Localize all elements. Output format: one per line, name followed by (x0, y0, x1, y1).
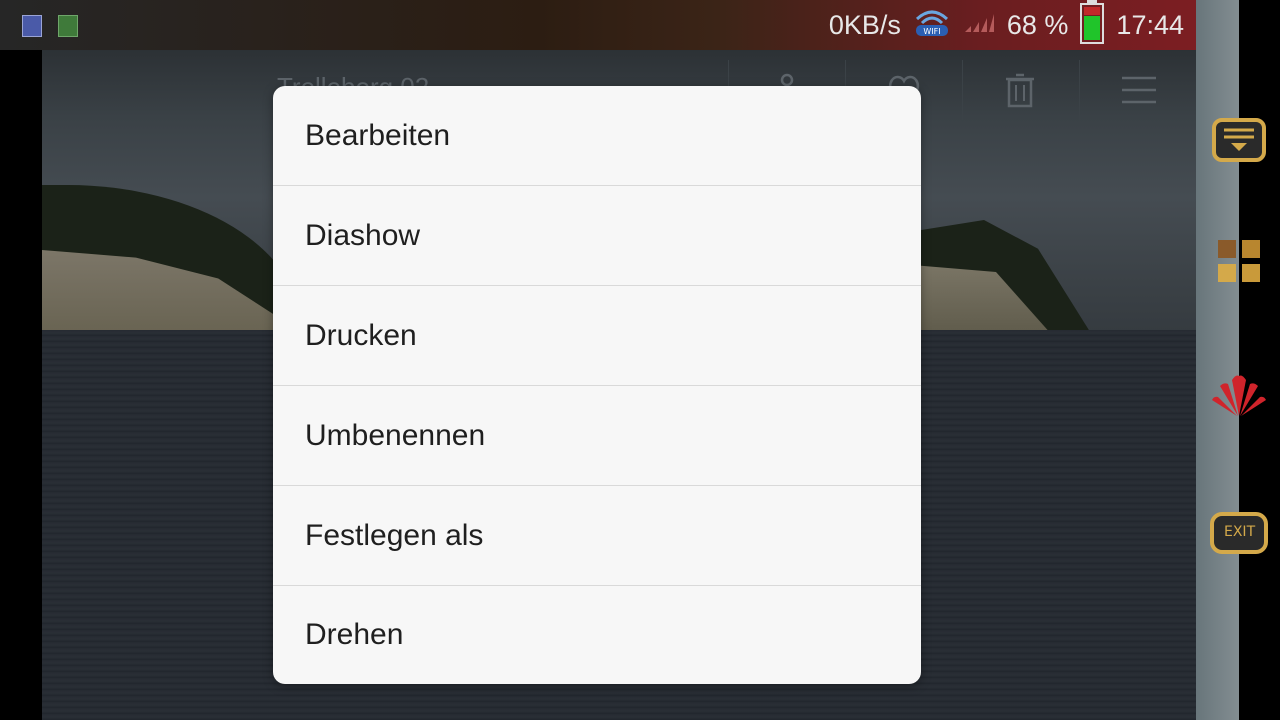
context-menu: Bearbeiten Diashow Drucken Umbenennen Fe… (273, 86, 921, 684)
wifi-icon: WIFI (913, 5, 951, 46)
signal-icon (963, 10, 995, 41)
svg-text:WIFI: WIFI (923, 27, 940, 36)
menu-item-umbenennen[interactable]: Umbenennen (273, 386, 921, 486)
menu-item-festlegen-als[interactable]: Festlegen als (273, 486, 921, 586)
menu-item-diashow[interactable]: Diashow (273, 186, 921, 286)
menu-item-drehen[interactable]: Drehen (273, 586, 921, 684)
notification-app-icon (22, 15, 42, 37)
battery-percent: 68 % (1006, 9, 1069, 40)
menu-item-drucken[interactable]: Drucken (273, 286, 921, 386)
app-grid-icon[interactable] (1216, 238, 1264, 288)
battery-icon (1080, 0, 1105, 51)
floating-dock (1196, 0, 1239, 720)
toolbar-separator (1079, 60, 1080, 120)
status-bar: 0KB/s WIFI 68 % 17:44 (0, 0, 1196, 50)
keyboard-icon[interactable] (1212, 118, 1266, 168)
notification-app-icon-2 (58, 15, 78, 37)
toolbar-separator (962, 60, 963, 120)
status-bar-right: 0KB/s WIFI 68 % 17:44 (829, 0, 1184, 50)
trash-icon[interactable] (1000, 70, 1040, 110)
menu-item-bearbeiten[interactable]: Bearbeiten (273, 86, 921, 186)
network-speed: 0KB/s (828, 9, 901, 40)
exit-label: EXIT (1224, 524, 1256, 540)
huawei-logo-icon[interactable] (1210, 372, 1268, 422)
menu-icon[interactable] (1118, 70, 1158, 110)
clock: 17:44 (1116, 9, 1184, 40)
exit-icon[interactable]: EXIT (1210, 510, 1268, 560)
